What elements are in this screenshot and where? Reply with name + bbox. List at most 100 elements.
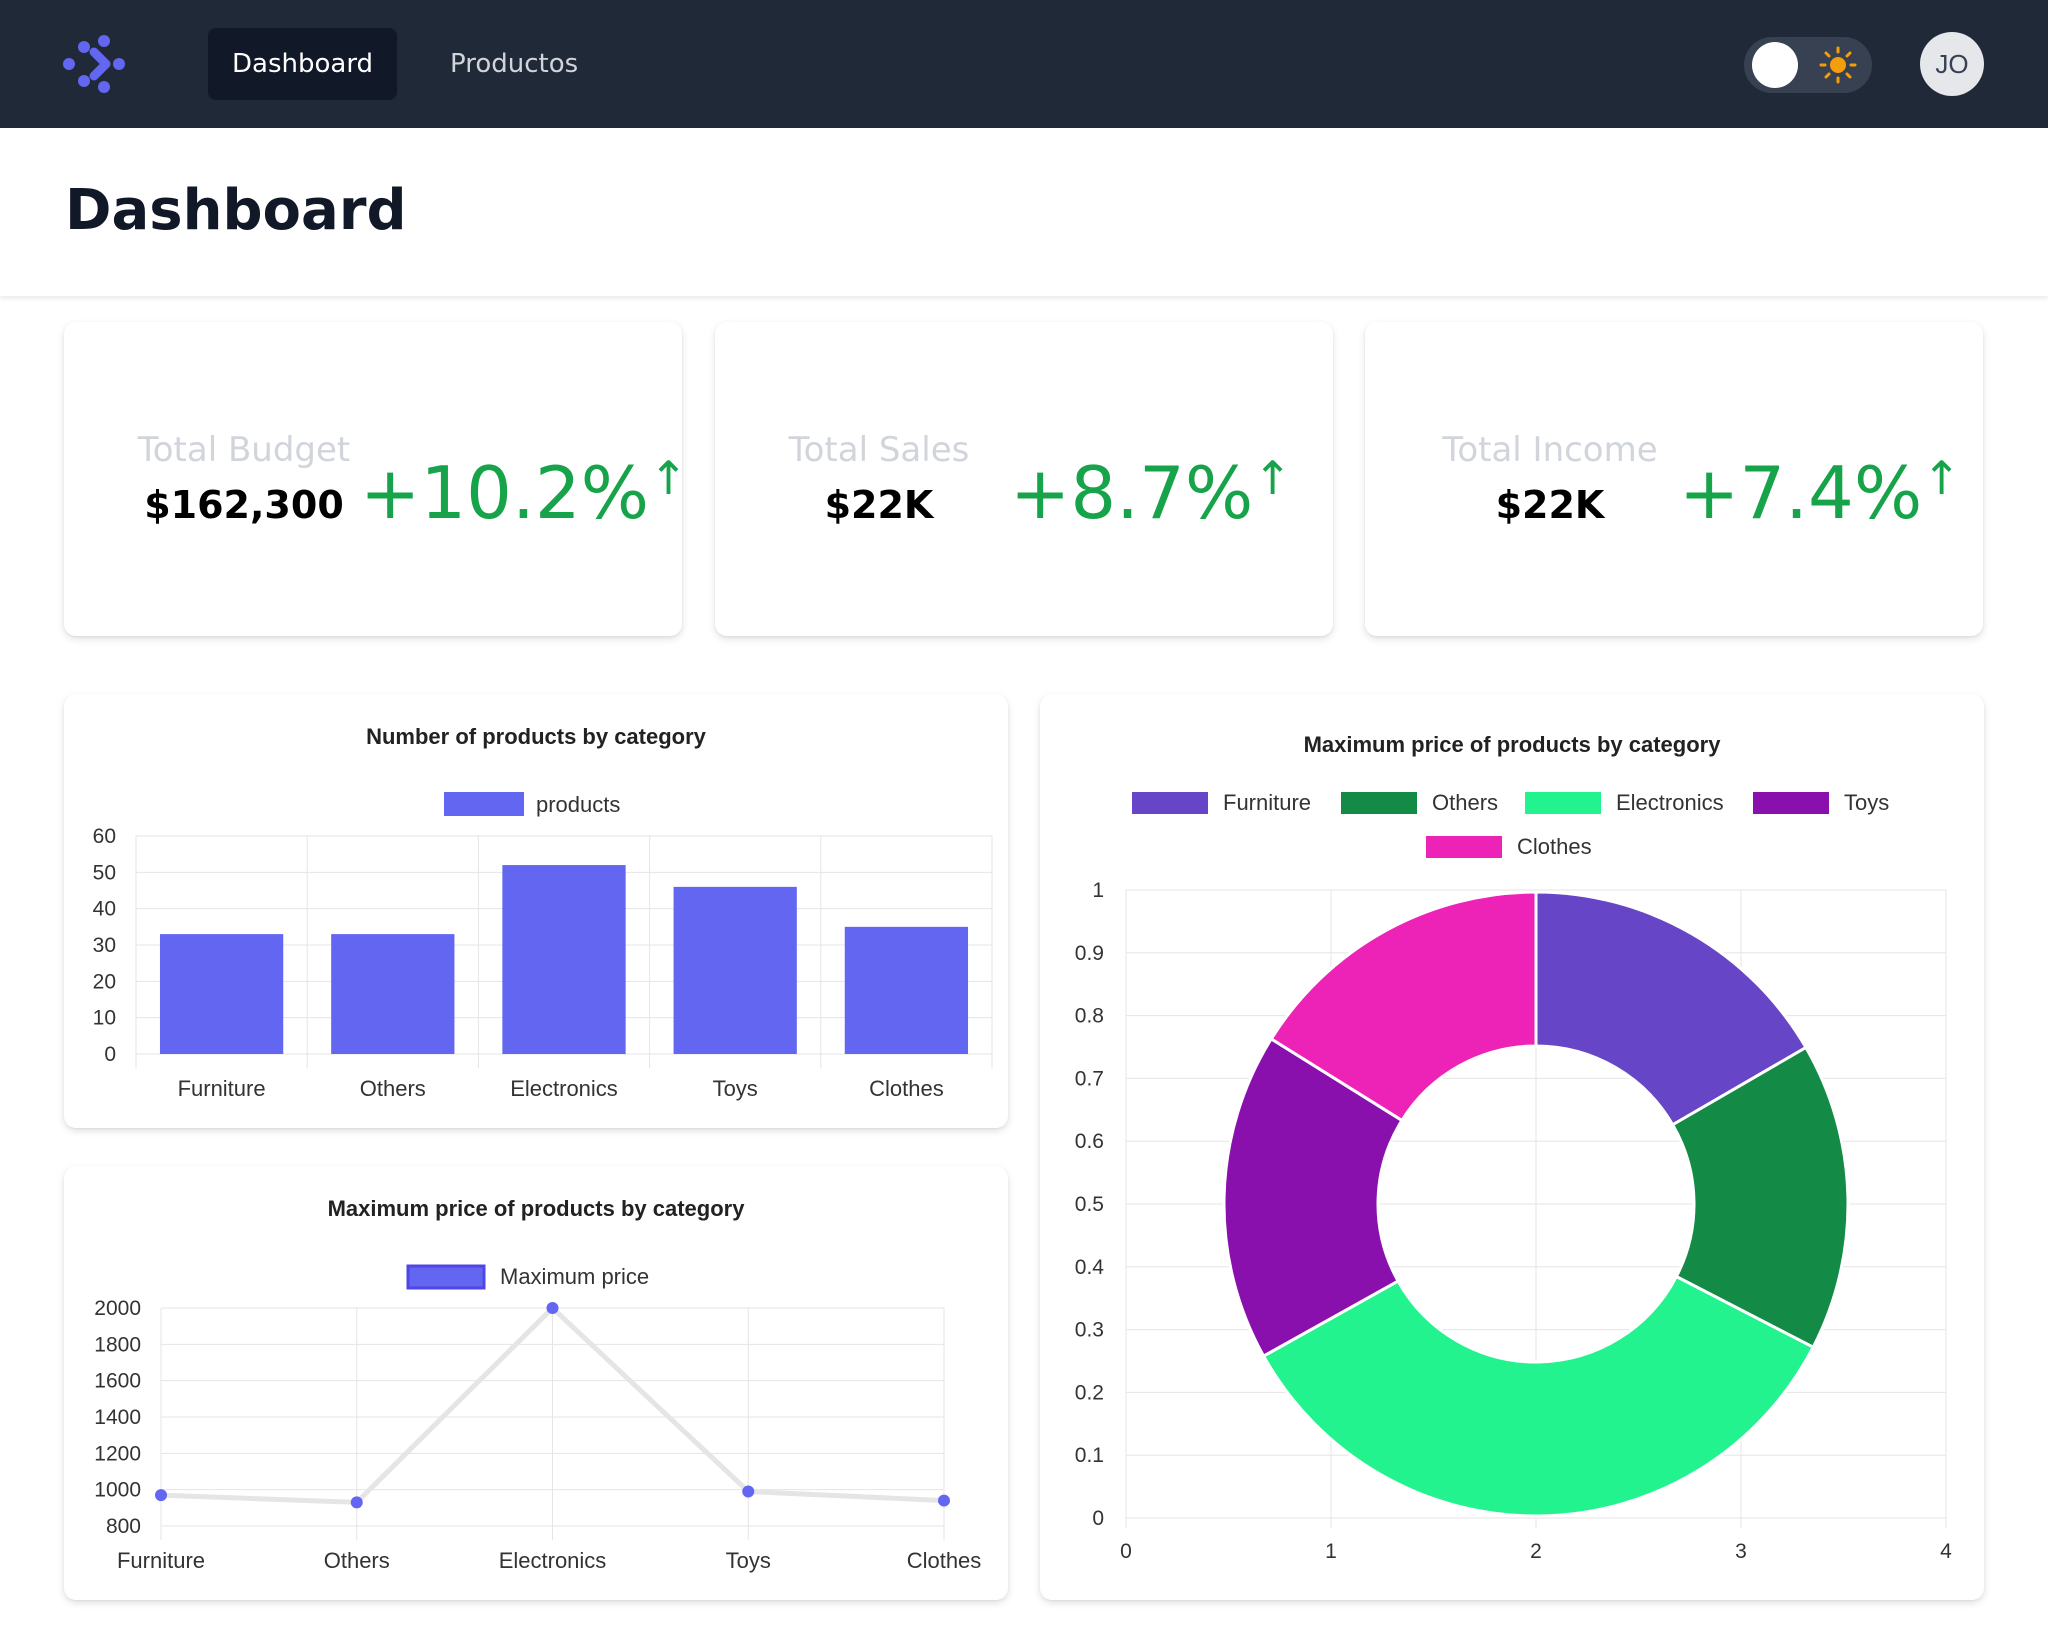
legend-swatch [444, 792, 524, 816]
y-tick-label: 0.2 [1075, 1381, 1104, 1404]
bar-clothes [844, 926, 969, 1054]
data-point-others [350, 1496, 363, 1509]
legend-swatch [406, 1264, 486, 1290]
legend-swatch [1525, 792, 1601, 814]
stat-text: Total Sales $22K [749, 428, 1009, 532]
legend-swatch [1426, 836, 1502, 858]
page-header: Dashboard [0, 128, 2048, 296]
legend-label: Others [1432, 790, 1498, 815]
logo-icon[interactable] [62, 34, 128, 94]
legend-label: Electronics [1616, 790, 1724, 815]
y-tick-label: 0.5 [1075, 1193, 1104, 1216]
x-tick-label: Others [360, 1076, 426, 1101]
x-tick-label: Electronics [499, 1548, 607, 1573]
legend-swatch [1132, 792, 1208, 814]
y-tick-label: 0.4 [1075, 1256, 1105, 1279]
bar-electronics [502, 865, 626, 1054]
stat-change-value: +10.2% [360, 451, 650, 535]
bar-toys [673, 886, 797, 1054]
slice-electronics [1261, 1274, 1816, 1518]
chart-title: Number of products by category [366, 724, 707, 749]
y-tick-label: 1400 [94, 1406, 141, 1429]
arrow-up-icon: ↑ [1922, 451, 1961, 505]
doughnut-chart-card: Maximum price of products by category Fur… [1040, 694, 1984, 1600]
bar-chart: Number of products by category products 0 1… [93, 724, 993, 1101]
legend-label: products [536, 792, 620, 817]
y-tick-label: 0.6 [1075, 1130, 1104, 1153]
y-tick-label: 0.3 [1075, 1319, 1104, 1342]
x-tick-label: 0 [1120, 1540, 1132, 1563]
y-tick-label: 0.8 [1075, 1005, 1104, 1028]
x-tick-label: Others [324, 1548, 390, 1573]
nav-item-dashboard[interactable]: Dashboard [208, 28, 398, 100]
stat-text: Total Budget $162,300 [114, 428, 374, 532]
stat-value: $22K [1495, 483, 1605, 527]
y-tick-label: 800 [106, 1515, 141, 1538]
data-point-furniture [155, 1489, 167, 1502]
y-tick-label: 1600 [94, 1370, 141, 1393]
stat-change: +10.2%↑ [360, 428, 688, 543]
doughnut-chart: Maximum price of products by category Fur… [1075, 732, 1952, 1563]
bar-furniture [159, 934, 284, 1054]
legend-swatch [1341, 792, 1417, 814]
stat-value: $22K [824, 483, 934, 527]
data-point-clothes [938, 1494, 950, 1507]
stat-label: Total Budget [137, 430, 351, 470]
theme-toggle[interactable] [1744, 37, 1872, 93]
line-chart-card: Maximum price of products by category Max… [64, 1166, 1008, 1600]
stat-label: Total Sales [788, 430, 970, 470]
data-point-toys [742, 1485, 755, 1498]
y-tick-label: 20 [93, 970, 116, 993]
stat-label: Total Income [1442, 430, 1658, 470]
x-tick-label: Toys [726, 1548, 771, 1573]
arrow-up-icon: ↑ [1253, 451, 1292, 505]
y-tick-label: 0 [104, 1043, 116, 1066]
y-tick-label: 1200 [94, 1442, 141, 1465]
bar-others [331, 934, 455, 1054]
y-tick-label: 0 [1092, 1507, 1104, 1530]
page-title: Dashboard [65, 178, 407, 243]
legend-label: Furniture [1223, 790, 1311, 815]
data-point-electronics [546, 1302, 559, 1314]
x-tick-label: 1 [1325, 1540, 1337, 1563]
chart-title: Maximum price of products by category [1304, 732, 1722, 757]
stat-value: $162,300 [144, 483, 344, 527]
nav-item-productos[interactable]: Productos [426, 28, 602, 100]
chart-title: Maximum price of products by category [328, 1196, 746, 1221]
x-tick-label: 2 [1530, 1540, 1542, 1563]
y-tick-label: 2000 [94, 1297, 141, 1320]
x-tick-label: 3 [1735, 1540, 1747, 1563]
x-tick-label: Furniture [178, 1076, 266, 1101]
x-tick-label: Clothes [907, 1548, 982, 1573]
y-tick-label: 50 [93, 861, 116, 884]
toggle-knob [1752, 42, 1798, 88]
x-tick-label: Toys [713, 1076, 758, 1101]
y-tick-label: 60 [93, 825, 116, 848]
legend-label: Toys [1844, 790, 1889, 815]
y-tick-label: 40 [93, 898, 116, 921]
sun-icon [1819, 46, 1857, 84]
x-tick-label: Electronics [510, 1076, 618, 1101]
stat-card-total-income: Total Income $22K +7.4%↑ [1365, 322, 1983, 636]
legend-label: Clothes [1517, 834, 1592, 859]
stat-card-total-sales: Total Sales $22K +8.7%↑ [715, 322, 1333, 636]
stat-change-value: +7.4% [1679, 451, 1923, 535]
y-tick-label: 10 [93, 1007, 116, 1030]
stat-change-value: +8.7% [1010, 451, 1254, 535]
arrow-up-icon: ↑ [649, 451, 688, 505]
y-tick-label: 0.9 [1075, 942, 1104, 965]
y-tick-label: 30 [93, 934, 116, 957]
stat-card-total-budget: Total Budget $162,300 +10.2%↑ [64, 322, 688, 636]
user-avatar[interactable]: JO [1920, 32, 1984, 96]
x-tick-label: Furniture [117, 1548, 205, 1573]
y-tick-label: 1800 [94, 1333, 141, 1356]
x-tick-label: 4 [1940, 1540, 1952, 1563]
stat-change: +7.4%↑ [1679, 428, 1961, 543]
bar-chart-card: Number of products by category products 0 1… [64, 694, 1008, 1128]
legend-label: Maximum price [500, 1264, 649, 1289]
y-tick-label: 0.7 [1075, 1067, 1104, 1090]
y-tick-label: 1000 [94, 1479, 141, 1502]
stat-text: Total Income $22K [1420, 428, 1680, 532]
x-tick-label: Clothes [869, 1076, 944, 1101]
y-tick-label: 0.1 [1075, 1444, 1104, 1467]
